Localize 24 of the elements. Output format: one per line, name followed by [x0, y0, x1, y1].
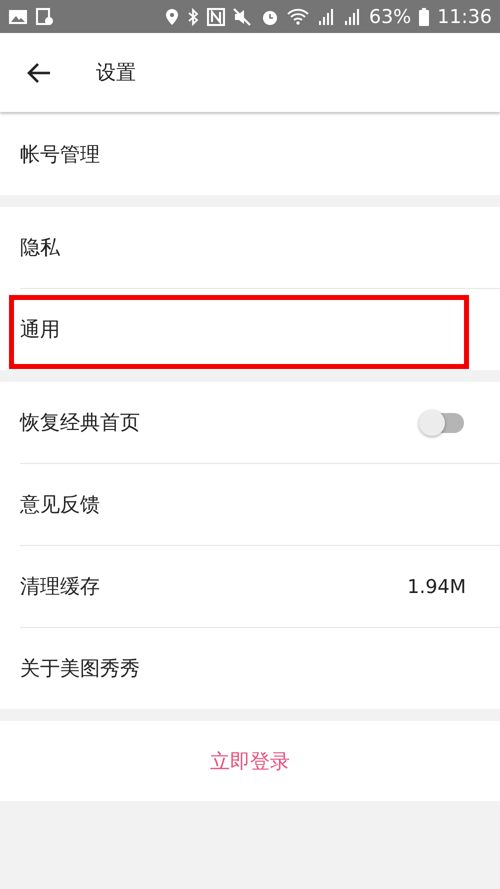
bluetooth-icon: [187, 8, 199, 26]
login-button[interactable]: 立即登录: [0, 721, 500, 801]
battery-percent: 63%: [369, 6, 412, 28]
back-button[interactable]: [26, 62, 52, 84]
clock-time: 11:36: [437, 6, 492, 28]
settings-item[interactable]: 隐私: [20, 234, 466, 261]
settings-item[interactable]: 恢复经典首页: [20, 409, 418, 436]
toggle-thumb[interactable]: [419, 410, 445, 436]
settings-item[interactable]: 帐号管理: [20, 141, 466, 168]
page-title: 设置: [96, 59, 136, 86]
toggle-switch[interactable]: [418, 408, 466, 436]
battery-icon: [419, 8, 430, 26]
location-icon: [165, 8, 179, 26]
mute-icon: [233, 8, 253, 26]
settings-item[interactable]: 关于美图秀秀: [20, 655, 466, 682]
settings-item[interactable]: 通用: [20, 316, 466, 343]
settings-item[interactable]: 意见反馈: [20, 491, 466, 518]
wifi-icon: [287, 8, 309, 26]
signal-icon: [317, 8, 335, 26]
signal-icon: [343, 8, 361, 26]
settings-item[interactable]: 清理缓存: [20, 573, 408, 600]
cache-size: 1.94M: [407, 576, 466, 598]
nfc-icon: [207, 8, 225, 26]
image-icon: [8, 8, 28, 24]
